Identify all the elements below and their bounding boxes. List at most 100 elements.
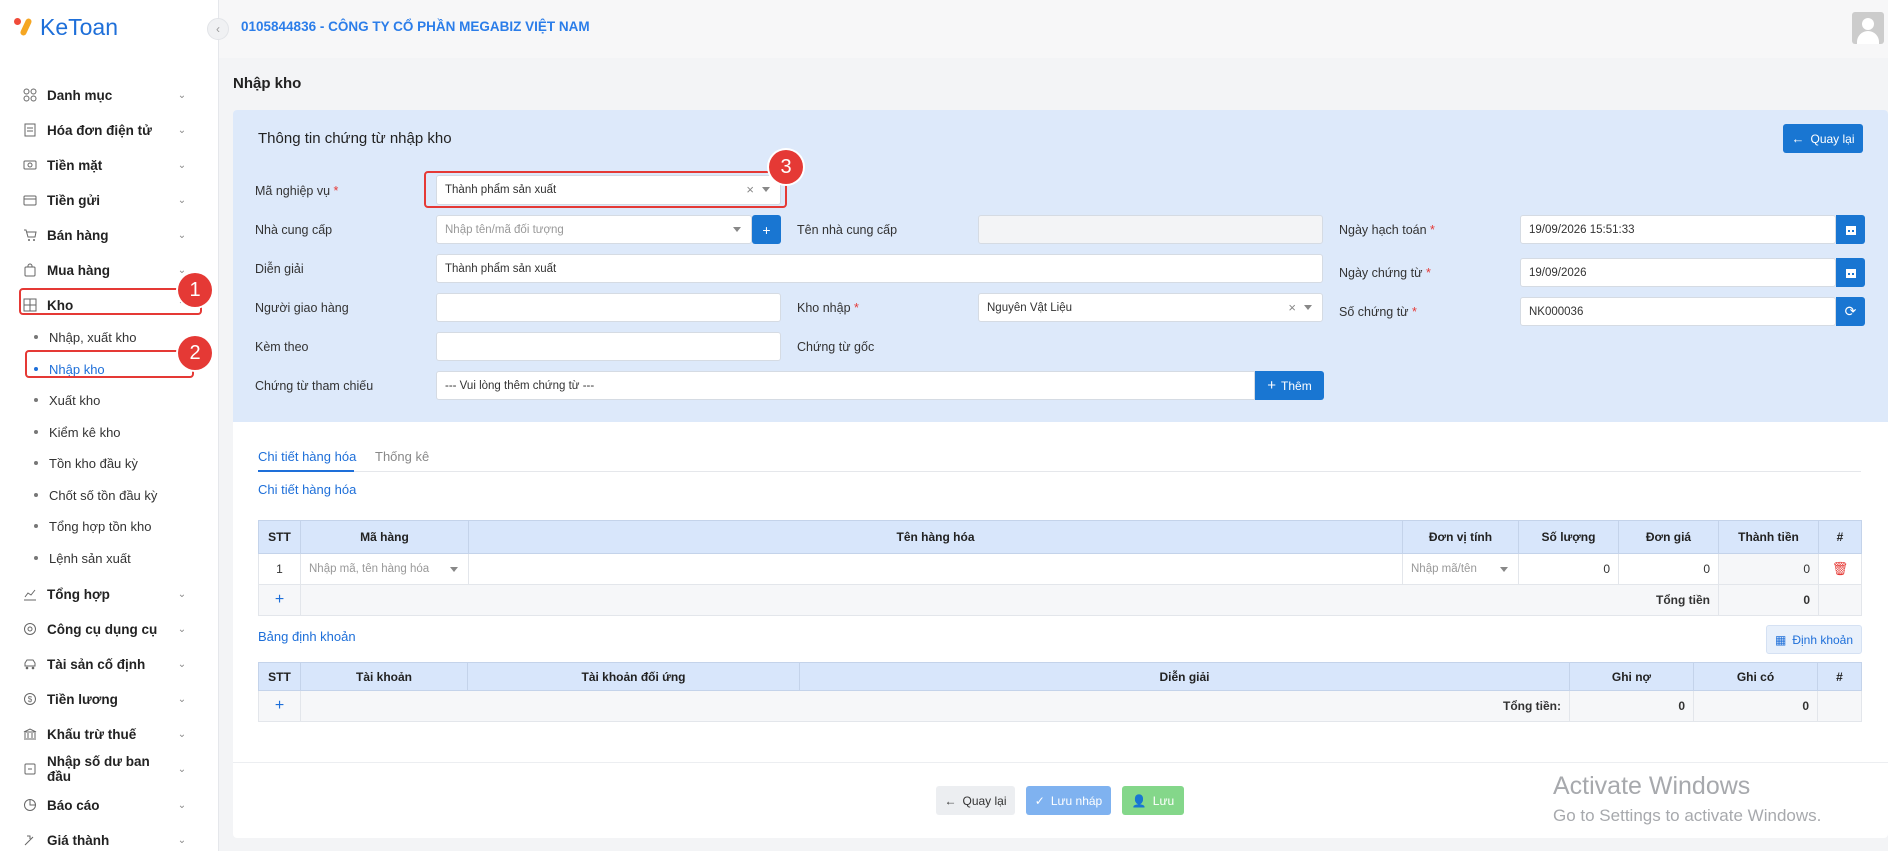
tax-icon [22, 726, 38, 742]
sidebar-item-tai-san[interactable]: Tài sản cố định ⌄ [0, 649, 219, 679]
calendar-button-chung-tu[interactable] [1836, 258, 1865, 287]
chevron-down-icon: ⌄ [177, 693, 187, 705]
refresh-number-button[interactable]: ⟳ [1836, 297, 1865, 326]
save-button[interactable]: 👤 Lưu [1122, 786, 1184, 815]
calendar-icon [1845, 268, 1856, 278]
cash-icon [22, 157, 38, 173]
chevron-left-icon: ‹ [216, 22, 220, 36]
accounting-table-header: STT Tài khoản Tài khoản đối ứng Diễn giả… [258, 662, 1862, 691]
avatar[interactable] [1852, 12, 1884, 44]
chevron-down-icon: ⌄ [177, 799, 187, 811]
tab-chi-tiet-hang-hoa[interactable]: Chi tiết hàng hóa [258, 449, 356, 464]
ngay-hach-toan-label: Ngày hạch toán * [1339, 223, 1435, 237]
arrow-left-icon: ← [944, 793, 957, 808]
plus-icon: + [274, 591, 285, 608]
accounting-section-title: Bảng định khoản [258, 629, 356, 644]
nha-cung-cap-select[interactable]: Nhập tên/mã đối tượng [436, 215, 752, 244]
sidebar-item-hoa-don[interactable]: Hóa đơn điện tử ⌄ [0, 115, 219, 145]
arrow-left-icon: ← [1791, 131, 1805, 146]
sidebar-item-tien-luong[interactable]: $ Tiền lương ⌄ [0, 684, 219, 714]
sidebar-collapse-button[interactable]: ‹ [207, 18, 229, 40]
cart-icon [22, 227, 38, 243]
ngay-hach-toan-input[interactable]: 19/09/2026 15:51:33 [1520, 215, 1836, 244]
sidebar-item-cong-cu[interactable]: Công cụ dụng cụ ⌄ [0, 614, 219, 644]
user-check-icon: 👤 [1131, 793, 1147, 808]
chevron-down-icon: ⌄ [177, 264, 187, 276]
so-chung-tu-input[interactable]: NK000036 [1520, 297, 1836, 326]
sidebar-subitem-kiem-ke-kho[interactable]: Kiểm kê kho [0, 419, 219, 445]
so-chung-tu-label: Số chứng từ * [1339, 305, 1417, 319]
bank-icon [22, 192, 38, 208]
grid-icon [22, 87, 38, 103]
back-button-top[interactable]: ← Quay lại [1783, 124, 1863, 153]
sidebar-item-tien-gui[interactable]: Tiền gửi ⌄ [0, 185, 219, 215]
sidebar-subitem-xuat-kho[interactable]: Xuất kho [0, 387, 219, 413]
sidebar-subitem-lenh-san-xuat[interactable]: Lệnh sản xuất [0, 545, 219, 571]
so-luong-input[interactable]: 0 [1518, 553, 1619, 585]
sidebar-item-danh-muc[interactable]: Danh mục ⌄ [0, 80, 219, 110]
chevron-down-icon: ⌄ [177, 763, 187, 775]
calendar-button-hach-toan[interactable] [1836, 215, 1865, 244]
chevron-down-icon: ⌄ [177, 229, 187, 241]
refresh-icon: ⟳ [1844, 303, 1857, 319]
chevron-down-icon [450, 567, 458, 572]
kho-nhap-select[interactable]: Nguyên Vật Liệu × [978, 293, 1323, 322]
tools-icon [22, 621, 38, 637]
sidebar-item-tien-mat[interactable]: Tiền mặt ⌄ [0, 150, 219, 180]
sidebar-subitem-chot-so-ton[interactable]: Chốt số tồn đầu kỳ [0, 482, 219, 508]
car-icon [22, 656, 38, 672]
top-bar: 0105844836 - CÔNG TY CỔ PHẦN MEGABIZ VIỆ… [219, 0, 1888, 58]
delete-row-button[interactable]: 🗑 [1818, 553, 1862, 585]
tab-thong-ke[interactable]: Thống kê [375, 449, 429, 464]
logo-icon [14, 16, 36, 38]
table-row: 1 Nhập mã, tên hàng hóa Nhập mã/tên 0 0 … [258, 553, 1862, 585]
back-button[interactable]: ← Quay lại [936, 786, 1015, 815]
add-goods-row-button[interactable]: + [258, 584, 301, 616]
add-reference-button[interactable]: + Thêm [1255, 371, 1324, 400]
sidebar-item-khau-tru-thue[interactable]: Khấu trừ thuế ⌄ [0, 719, 219, 749]
kem-theo-input[interactable] [436, 332, 781, 361]
don-vi-tinh-select[interactable]: Nhập mã/tên [1402, 553, 1519, 585]
dien-giai-input[interactable]: Thành phẩm sản xuất [436, 254, 1323, 283]
dinh-khoan-button[interactable]: ▦ Định khoản [1766, 625, 1862, 654]
accounting-table: STT Tài khoản Tài khoản đối ứng Diễn giả… [258, 662, 1862, 722]
goods-table-header: STT Mã hàng Tên hàng hóa Đơn vị tính Số … [258, 520, 1862, 554]
sidebar-item-ban-hang[interactable]: Bán hàng ⌄ [0, 220, 219, 250]
sidebar-item-bao-cao[interactable]: Báo cáo ⌄ [0, 790, 219, 820]
ma-hang-select[interactable]: Nhập mã, tên hàng hóa [300, 553, 469, 585]
chevron-down-icon [733, 227, 741, 232]
chung-tu-goc-label: Chứng từ gốc [797, 340, 875, 354]
sidebar-subitem-ton-kho-dau-ky[interactable]: Tồn kho đầu kỳ [0, 450, 219, 476]
report-icon [22, 797, 38, 813]
nguoi-giao-hang-label: Người giao hàng [255, 301, 349, 315]
svg-text:$: $ [28, 695, 33, 704]
chung-tu-tham-chieu-input[interactable]: --- Vui lòng thêm chứng từ --- [436, 371, 1255, 400]
ten-nha-cung-cap-input[interactable] [978, 215, 1323, 244]
kho-nhap-label: Kho nhập * [797, 301, 859, 315]
chart-icon [22, 586, 38, 602]
app-logo[interactable]: KeToan [14, 12, 118, 42]
don-gia-input[interactable]: 0 [1618, 553, 1719, 585]
ten-hang-input[interactable] [468, 553, 1403, 585]
sidebar-subitem-tong-hop-ton-kho[interactable]: Tổng hợp tồn kho [0, 513, 219, 539]
ten-nha-cung-cap-label: Tên nhà cung cấp [797, 223, 898, 237]
dien-giai-label: Diễn giải [255, 262, 304, 276]
nguoi-giao-hang-input[interactable] [436, 293, 781, 322]
annotation-box-2 [25, 350, 194, 378]
goods-total-label: Tổng tiền [1656, 593, 1710, 607]
add-supplier-button[interactable]: + [752, 215, 781, 244]
sidebar-item-tong-hop[interactable]: Tổng hợp ⌄ [0, 579, 219, 609]
chevron-down-icon: ⌄ [177, 124, 187, 136]
annotation-box-3 [424, 171, 787, 208]
add-accounting-row-button[interactable]: + [258, 690, 301, 722]
company-name[interactable]: 0105844836 - CÔNG TY CỔ PHẦN MEGABIZ VIỆ… [241, 19, 590, 34]
chevron-down-icon: ⌄ [177, 89, 187, 101]
goods-table: STT Mã hàng Tên hàng hóa Đơn vị tính Số … [258, 520, 1862, 616]
goods-total-row: + Tổng tiền 0 [258, 584, 1862, 616]
sidebar-item-nhap-so-du[interactable]: Nhập số dư ban đầu ⌄ [0, 754, 219, 784]
save-draft-button[interactable]: ✓ Lưu nháp [1026, 786, 1111, 815]
windows-watermark-title: Activate Windows [1553, 772, 1751, 800]
sidebar-item-gia-thanh[interactable]: Giá thành ⌄ [0, 825, 219, 851]
clear-icon[interactable]: × [1288, 300, 1296, 315]
ngay-chung-tu-input[interactable]: 19/09/2026 [1520, 258, 1836, 287]
